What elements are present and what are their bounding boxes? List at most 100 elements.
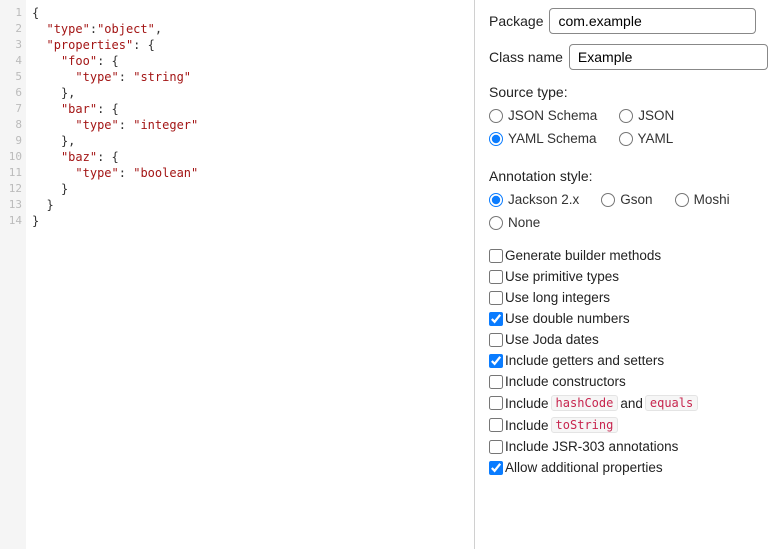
check-text: Allow additional properties [505, 460, 663, 475]
code-pill-equals: equals [645, 395, 698, 411]
check-row-use-joda-dates: Use Joda dates [489, 332, 756, 347]
gutter-line-number: 5 [4, 69, 22, 85]
gutter-line-number: 11 [4, 165, 22, 181]
check-label-include-getters-and-setters[interactable]: Include getters and setters [489, 353, 664, 368]
source-type-radio[interactable] [619, 109, 633, 123]
editor-gutter: 1234567891011121314 [0, 0, 26, 549]
gutter-line-number: 3 [4, 37, 22, 53]
gutter-line-number: 12 [4, 181, 22, 197]
check-row-use-primitive-types: Use primitive types [489, 269, 756, 284]
check-label-use-joda-dates[interactable]: Use Joda dates [489, 332, 599, 347]
check-row-use-long-integers: Use long integers [489, 290, 756, 305]
source-type-option-label: JSON [638, 108, 674, 123]
gutter-line-number: 9 [4, 133, 22, 149]
source-type-option[interactable]: JSON Schema [489, 108, 597, 123]
check-text: Include constructors [505, 374, 626, 389]
package-label: Package [489, 13, 543, 29]
annotation-style-group: Jackson 2.x Gson Moshi None [489, 192, 756, 238]
check-label-generate-builder-methods[interactable]: Generate builder methods [489, 248, 661, 263]
source-type-option[interactable]: JSON [619, 108, 674, 123]
source-type-title: Source type: [489, 84, 756, 100]
gutter-line-number: 4 [4, 53, 22, 69]
check-label-use-long-integers[interactable]: Use long integers [489, 290, 610, 305]
code-editor-pane: 1234567891011121314 { "type":"object", "… [0, 0, 475, 549]
code-pill-tostring: toString [551, 417, 619, 433]
gutter-line-number: 10 [4, 149, 22, 165]
gutter-line-number: 1 [4, 5, 22, 21]
check-label-include-constructors[interactable]: Include constructors [489, 374, 626, 389]
editor-code[interactable]: { "type":"object", "properties": { "foo"… [26, 0, 474, 549]
annotation-style-radio[interactable] [489, 216, 503, 230]
check-row-include-hashcode-equals: Include hashCode and equals [489, 395, 756, 411]
gutter-line-number: 13 [4, 197, 22, 213]
classname-label: Class name [489, 49, 563, 65]
annotation-style-option[interactable]: Jackson 2.x [489, 192, 579, 207]
check-text: Include [505, 396, 549, 411]
options-checklist: Generate builder methods Use primitive t… [489, 248, 756, 475]
annotation-style-option-label: Jackson 2.x [508, 192, 579, 207]
check-row-include-getters-and-setters: Include getters and setters [489, 353, 756, 368]
check-text: Use long integers [505, 290, 610, 305]
check-text: Use Joda dates [505, 332, 599, 347]
check-label-use-double-numbers[interactable]: Use double numbers [489, 311, 630, 326]
check-text: Include JSR-303 annotations [505, 439, 678, 454]
gutter-line-number: 7 [4, 101, 22, 117]
checkbox-use-double-numbers[interactable] [489, 312, 503, 326]
checkbox-include-tostring[interactable] [489, 418, 503, 432]
classname-field-row: Class name [489, 44, 756, 70]
source-type-option[interactable]: YAML [619, 131, 674, 146]
checkbox-use-primitive-types[interactable] [489, 270, 503, 284]
check-row-include-jsr-303: Include JSR-303 annotations [489, 439, 756, 454]
options-pane: Package Class name Source type: JSON Sch… [475, 0, 770, 549]
annotation-style-radio[interactable] [675, 193, 689, 207]
check-label-use-primitive-types[interactable]: Use primitive types [489, 269, 619, 284]
source-type-option-label: YAML Schema [508, 131, 597, 146]
checkbox-use-long-integers[interactable] [489, 291, 503, 305]
source-type-group: JSON Schema JSON YAML Schema YAML [489, 108, 756, 154]
check-label-include-jsr-303[interactable]: Include JSR-303 annotations [489, 439, 678, 454]
annotation-style-option-label: None [508, 215, 540, 230]
check-row-include-tostring: Include toString [489, 417, 756, 433]
checkbox-include-constructors[interactable] [489, 375, 503, 389]
checkbox-include-jsr-303[interactable] [489, 440, 503, 454]
check-text: Generate builder methods [505, 248, 661, 263]
gutter-line-number: 8 [4, 117, 22, 133]
annotation-style-radio[interactable] [601, 193, 615, 207]
checkbox-use-joda-dates[interactable] [489, 333, 503, 347]
check-row-allow-additional-properties: Allow additional properties [489, 460, 756, 475]
code-pill-hashcode: hashCode [551, 395, 619, 411]
annotation-style-option-label: Moshi [694, 192, 730, 207]
source-type-option[interactable]: YAML Schema [489, 131, 597, 146]
check-text: and [620, 396, 643, 411]
annotation-style-option[interactable]: Gson [601, 192, 652, 207]
gutter-line-number: 2 [4, 21, 22, 37]
check-text: Include [505, 418, 549, 433]
check-row-generate-builder-methods: Generate builder methods [489, 248, 756, 263]
check-row-use-double-numbers: Use double numbers [489, 311, 756, 326]
source-type-radio[interactable] [489, 132, 503, 146]
annotation-style-radio[interactable] [489, 193, 503, 207]
annotation-style-option[interactable]: None [489, 215, 540, 230]
gutter-line-number: 6 [4, 85, 22, 101]
check-label-include-tostring[interactable]: Include toString [489, 417, 618, 433]
annotation-style-option-label: Gson [620, 192, 652, 207]
source-type-radio[interactable] [489, 109, 503, 123]
checkbox-include-hashcode-equals[interactable] [489, 396, 503, 410]
check-text: Use primitive types [505, 269, 619, 284]
package-field-row: Package [489, 8, 756, 34]
checkbox-allow-additional-properties[interactable] [489, 461, 503, 475]
annotation-style-option[interactable]: Moshi [675, 192, 730, 207]
check-label-include-hashcode-equals[interactable]: Include hashCode and equals [489, 395, 698, 411]
checkbox-include-getters-and-setters[interactable] [489, 354, 503, 368]
source-type-radio[interactable] [619, 132, 633, 146]
check-row-include-constructors: Include constructors [489, 374, 756, 389]
check-text: Use double numbers [505, 311, 630, 326]
source-type-option-label: JSON Schema [508, 108, 597, 123]
checkbox-generate-builder-methods[interactable] [489, 249, 503, 263]
classname-input[interactable] [569, 44, 768, 70]
source-type-option-label: YAML [638, 131, 674, 146]
check-text: Include getters and setters [505, 353, 664, 368]
annotation-style-title: Annotation style: [489, 168, 756, 184]
package-input[interactable] [549, 8, 756, 34]
check-label-allow-additional-properties[interactable]: Allow additional properties [489, 460, 663, 475]
